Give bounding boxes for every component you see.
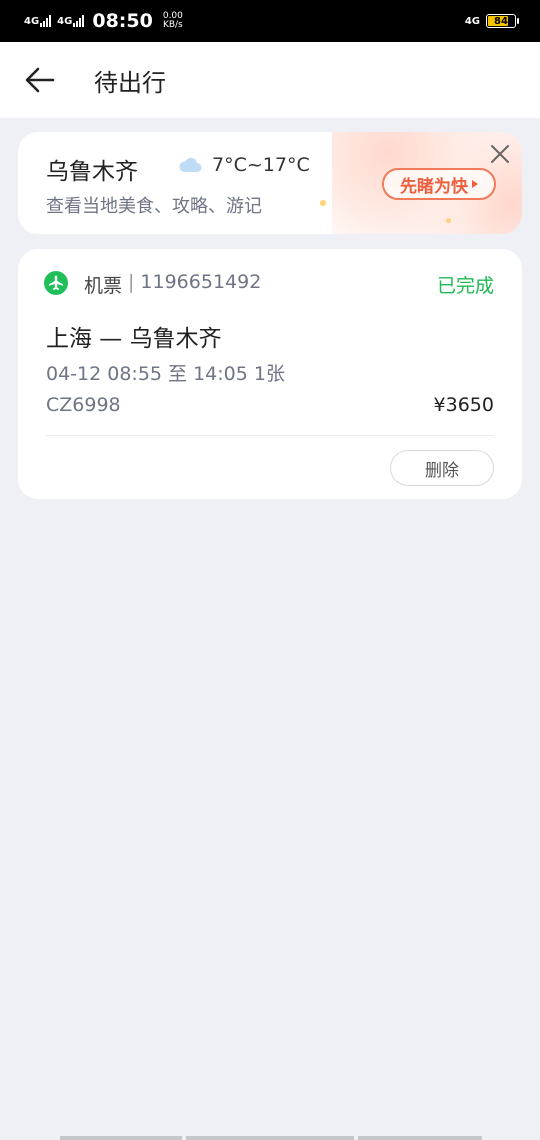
order-header: 机票 | 1196651492	[84, 271, 261, 298]
flight-schedule: 04-12 08:55 至 14:05 1张	[46, 363, 285, 385]
destination-city: 乌鲁木齐	[46, 159, 138, 185]
speed-unit: KB/s	[162, 20, 183, 30]
destination-weather-card[interactable]: 乌鲁木齐 7°C~17°C 查看当地美食、攻略、游记 先睹为快	[18, 132, 522, 234]
flight-order-card[interactable]: 机票 | 1196651492 已完成 上海 — 乌鲁木齐 04-12 08:5…	[18, 249, 522, 499]
order-price: ¥3650	[433, 394, 494, 416]
status-left: 4G 4G 08:50 0.00 KB/s	[24, 10, 183, 32]
network-type-2: 4G	[57, 16, 73, 27]
delete-button[interactable]: 删除	[390, 450, 494, 486]
page-title: 待出行	[94, 68, 166, 97]
header-bar: 待出行	[0, 42, 540, 118]
preview-button[interactable]: 先睹为快	[382, 168, 496, 200]
signal-bars-icon	[73, 15, 85, 27]
network-type-1: 4G	[24, 16, 40, 27]
temperature-range: 7°C~17°C	[212, 154, 310, 176]
order-separator: |	[128, 271, 135, 293]
clock: 08:50	[92, 10, 153, 32]
signal-bars-icon	[40, 15, 52, 27]
battery-level: 84	[494, 15, 508, 27]
destination-guide-link[interactable]: 查看当地美食、攻略、游记	[46, 192, 262, 218]
signal-1: 4G	[24, 15, 52, 27]
status-right: 4G 84	[464, 14, 519, 28]
navigation-bar	[60, 1136, 482, 1140]
divider	[46, 435, 494, 436]
sparkle-decoration	[446, 218, 451, 223]
network-type-3: 4G	[464, 15, 480, 27]
signal-2: 4G	[57, 15, 85, 27]
flight-route: 上海 — 乌鲁木齐	[46, 326, 222, 352]
back-button[interactable]	[0, 42, 80, 118]
sparkle-decoration	[320, 200, 326, 206]
airplane-icon	[44, 271, 68, 295]
cloud-icon	[179, 157, 202, 172]
order-type: 机票	[84, 275, 123, 297]
battery-icon: 84	[486, 14, 519, 28]
play-triangle-icon	[472, 180, 478, 188]
close-icon[interactable]	[488, 142, 512, 166]
order-status: 已完成	[436, 275, 494, 297]
flight-number: CZ6998	[46, 394, 121, 416]
status-bar: 4G 4G 08:50 0.00 KB/s 4G 84	[0, 0, 540, 42]
preview-button-label: 先睹为快	[400, 176, 468, 197]
network-speed: 0.00 KB/s	[163, 12, 183, 30]
arrow-left-icon	[25, 67, 55, 93]
order-number: 1196651492	[140, 271, 262, 293]
